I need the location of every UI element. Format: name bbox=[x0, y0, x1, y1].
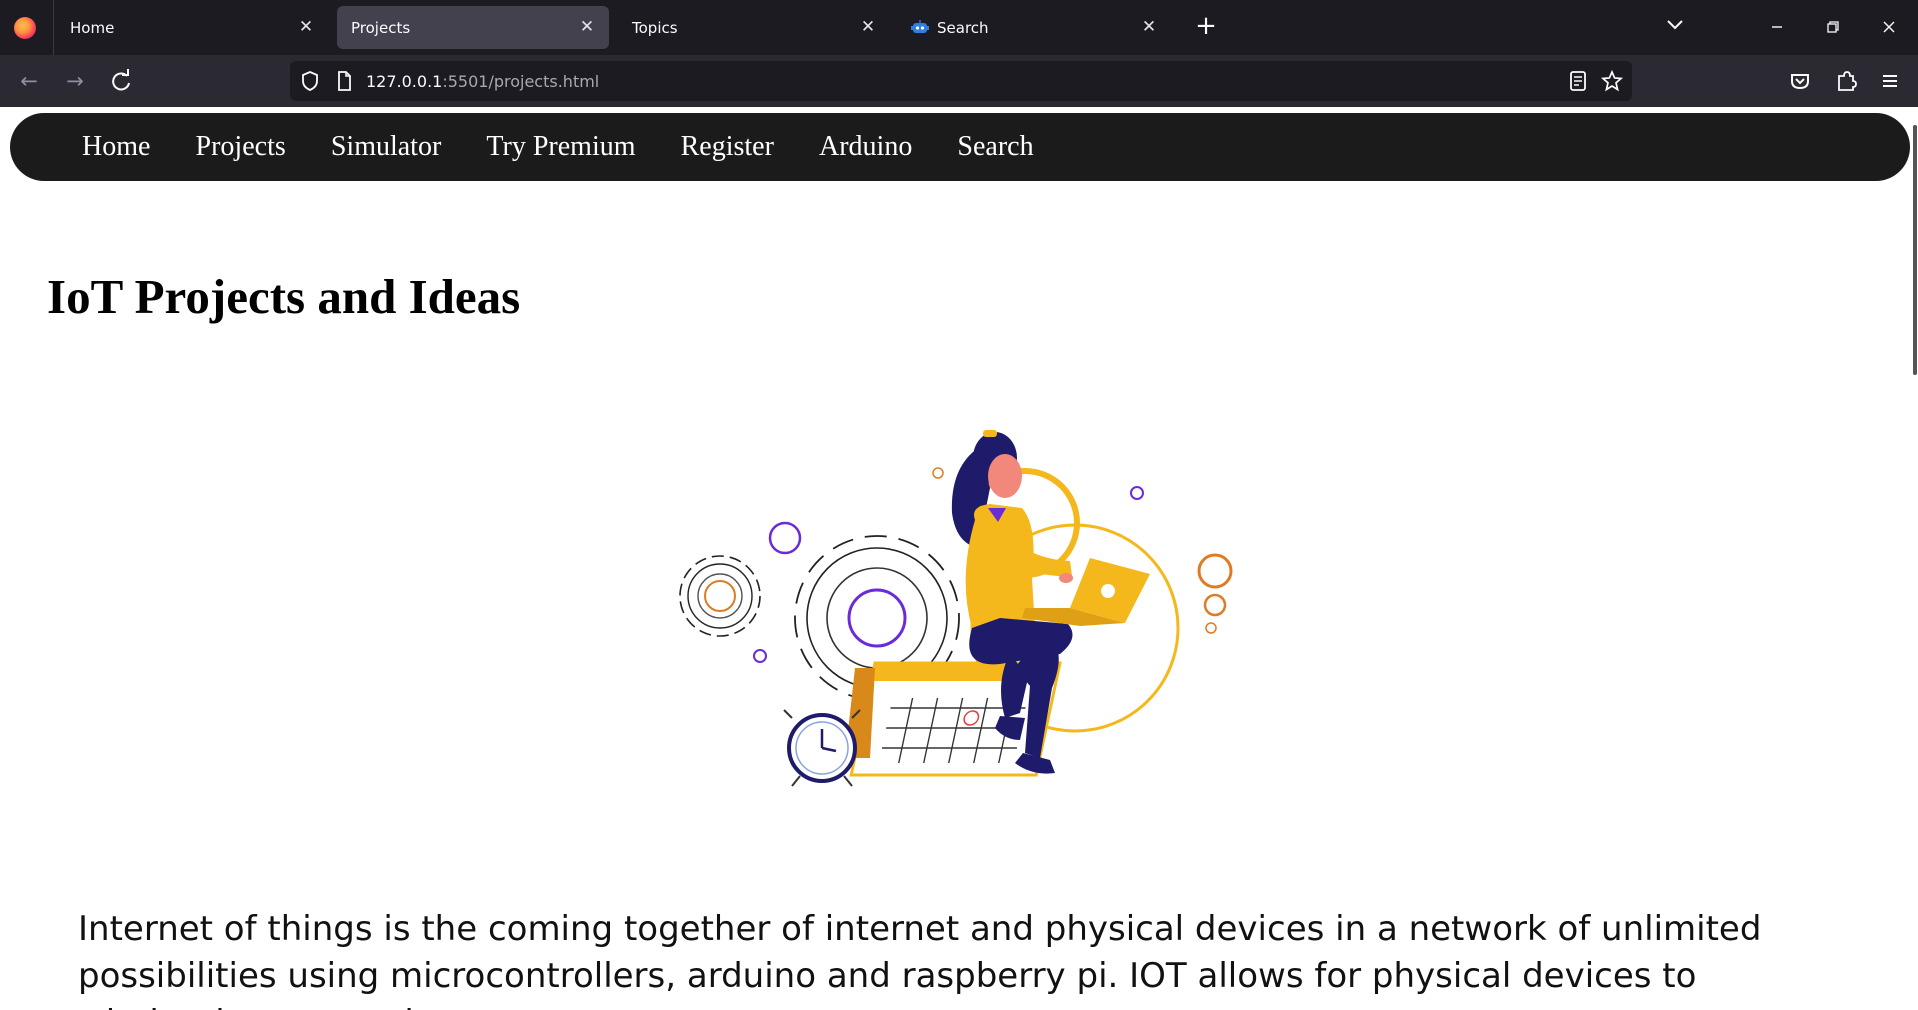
tab-label: Home bbox=[70, 19, 115, 37]
firefox-logo-icon[interactable] bbox=[14, 17, 36, 39]
tab-label: Topics bbox=[632, 19, 678, 37]
list-all-tabs-chevron-down-icon[interactable] bbox=[1665, 18, 1685, 32]
site-nav-list: Home Projects Simulator Try Premium Regi… bbox=[82, 131, 1074, 163]
tab-label: Search bbox=[937, 19, 989, 37]
new-tab-button[interactable]: + bbox=[1192, 12, 1220, 40]
browser-tab-strip: Home ✕ Projects ✕ Topics ✕ Search ✕ + bbox=[0, 0, 1918, 55]
woman-laptop-calendar-gears-illustration bbox=[679, 430, 1233, 787]
nav-link-projects[interactable]: Projects bbox=[196, 131, 286, 162]
tab-home[interactable]: Home ✕ bbox=[56, 6, 328, 49]
url-bar[interactable]: 127.0.0.1:5501/projects.html bbox=[290, 61, 1632, 101]
close-tab-icon[interactable]: ✕ bbox=[575, 15, 599, 39]
nav-link-try-premium[interactable]: Try Premium bbox=[486, 131, 635, 162]
nav-link-search[interactable]: Search bbox=[957, 131, 1033, 162]
nav-link-arduino[interactable]: Arduino bbox=[819, 131, 912, 162]
tab-projects[interactable]: Projects ✕ bbox=[337, 6, 609, 49]
page-title: IoT Projects and Ideas bbox=[47, 269, 521, 324]
reader-view-icon[interactable] bbox=[1566, 69, 1590, 93]
robot-favicon-icon bbox=[911, 20, 929, 33]
bookmark-star-icon[interactable] bbox=[1600, 69, 1624, 93]
page-info-icon[interactable] bbox=[332, 69, 356, 93]
minimize-icon[interactable] bbox=[1770, 20, 1784, 34]
tab-topics[interactable]: Topics ✕ bbox=[618, 6, 890, 49]
forward-arrow-icon[interactable]: → bbox=[61, 67, 89, 95]
close-tab-icon[interactable]: ✕ bbox=[856, 15, 880, 39]
browser-toolbar: ← → 127.0.0.1:5501/projects.html bbox=[0, 55, 1918, 107]
restore-icon[interactable] bbox=[1826, 20, 1840, 34]
nav-link-simulator[interactable]: Simulator bbox=[331, 131, 441, 162]
pocket-icon[interactable] bbox=[1786, 67, 1814, 95]
hamburger-menu-icon[interactable] bbox=[1876, 67, 1904, 95]
tab-search[interactable]: Search ✕ bbox=[899, 6, 1171, 49]
page-scrollbar[interactable] bbox=[1913, 125, 1917, 375]
url-host: 127.0.0.1 bbox=[366, 72, 443, 91]
url-path: :5501/projects.html bbox=[442, 72, 600, 91]
site-navbar: Home Projects Simulator Try Premium Regi… bbox=[10, 113, 1910, 181]
reload-icon[interactable] bbox=[107, 67, 135, 95]
shield-tracking-protection-icon[interactable] bbox=[298, 69, 322, 93]
tab-label: Projects bbox=[351, 19, 411, 37]
back-arrow-icon[interactable]: ← bbox=[15, 67, 43, 95]
nav-link-home[interactable]: Home bbox=[82, 131, 150, 162]
close-tab-icon[interactable]: ✕ bbox=[1137, 15, 1161, 39]
url-text[interactable]: 127.0.0.1:5501/projects.html bbox=[366, 72, 599, 91]
close-tab-icon[interactable]: ✕ bbox=[294, 15, 318, 39]
intro-paragraph: Internet of things is the coming togethe… bbox=[78, 909, 1762, 1010]
extensions-puzzle-icon[interactable] bbox=[1832, 67, 1860, 95]
nav-link-register[interactable]: Register bbox=[681, 131, 774, 162]
close-window-icon[interactable] bbox=[1882, 20, 1896, 34]
tab-separator bbox=[53, 0, 54, 55]
